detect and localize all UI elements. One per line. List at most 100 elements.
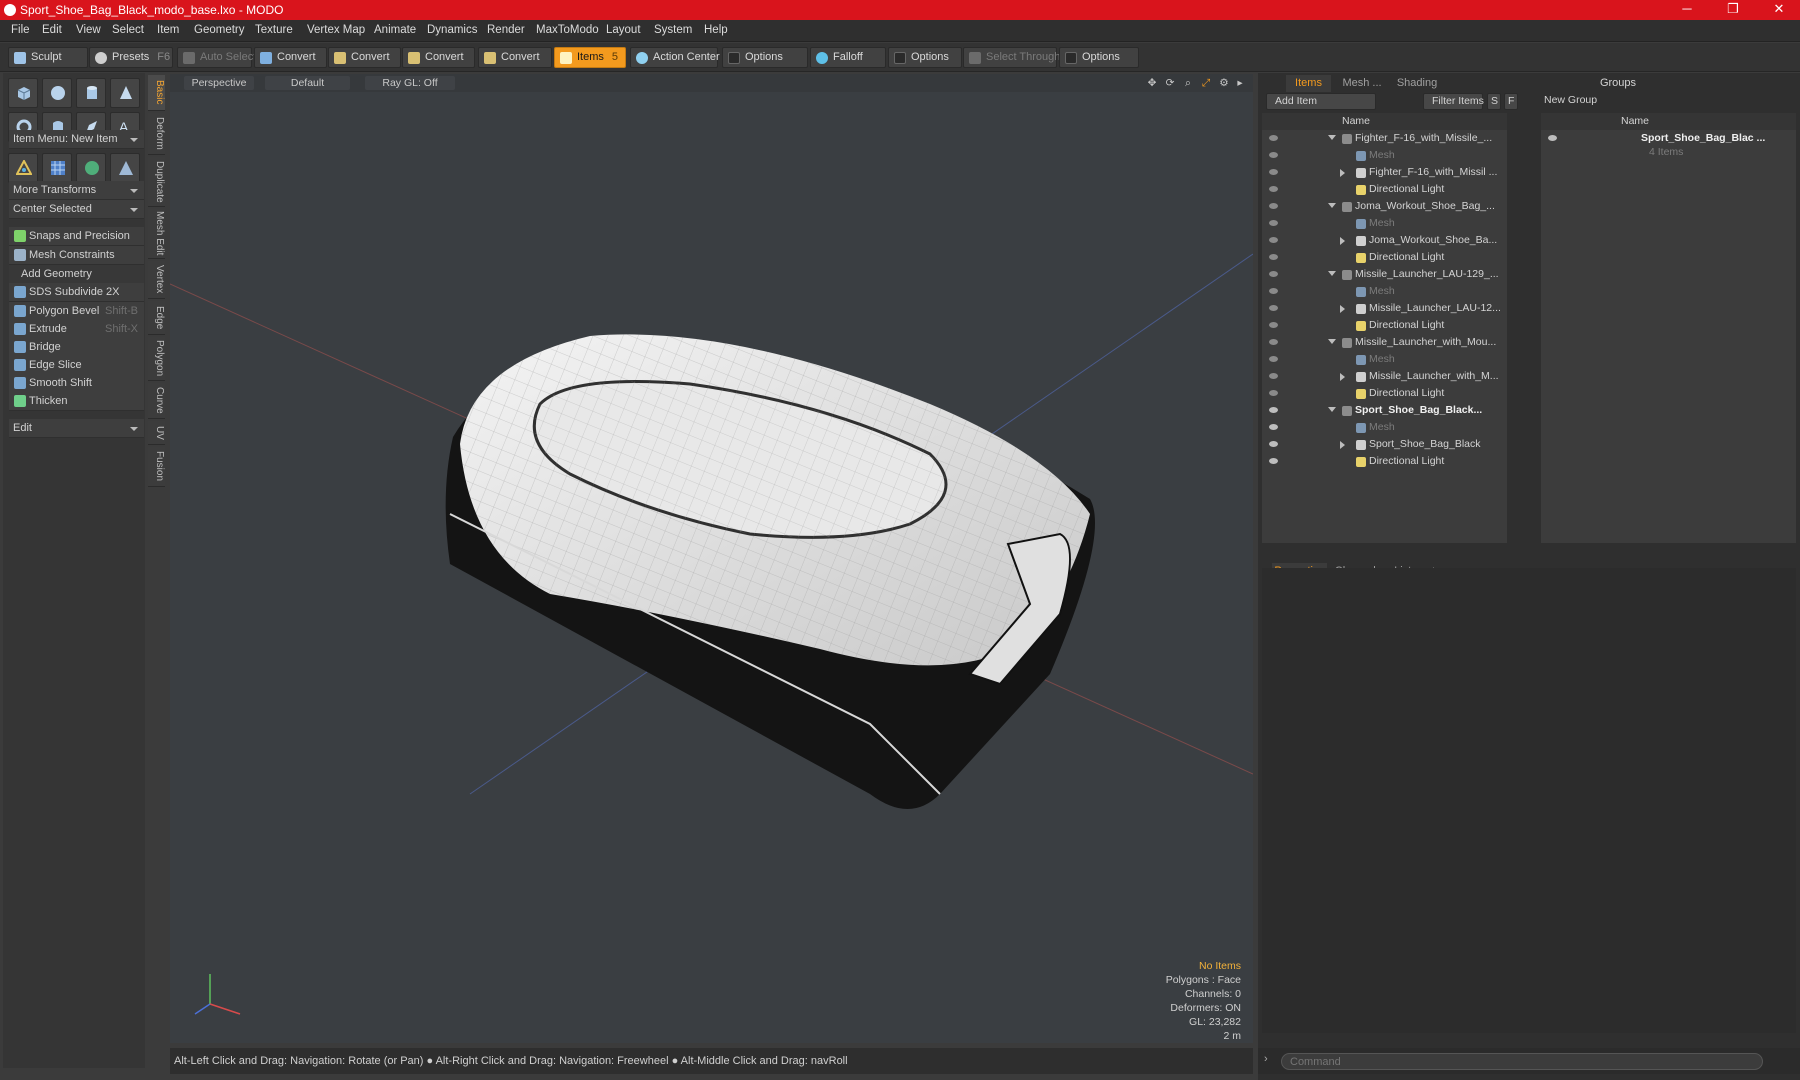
expand-toggle[interactable] [1340, 441, 1349, 449]
eye-icon[interactable] [1269, 152, 1278, 158]
item-row[interactable]: Mesh [1262, 215, 1507, 232]
mesh-constraints-button[interactable]: Mesh Constraints [9, 246, 144, 265]
eye-icon[interactable] [1269, 441, 1278, 447]
pyramid-tool[interactable] [110, 153, 140, 183]
item-row[interactable]: Missile_Launcher_LAU-129_... [1262, 266, 1507, 283]
eye-icon[interactable] [1269, 169, 1278, 175]
transform-tool[interactable] [8, 153, 38, 183]
falloff-button[interactable]: Falloff [810, 47, 886, 68]
item-row[interactable]: Directional Light [1262, 181, 1507, 198]
item-menu-dropdown[interactable]: Item Menu: New Item [9, 130, 144, 149]
eye-icon[interactable] [1548, 135, 1557, 141]
menu-help[interactable]: Help [704, 24, 728, 36]
tool-bridge[interactable]: Bridge [9, 338, 144, 357]
expand-toggle[interactable] [1340, 305, 1349, 313]
minimize-button[interactable]: ─ [1664, 0, 1710, 20]
shading-dropdown[interactable]: Default [265, 76, 350, 90]
menu-dynamics[interactable]: Dynamics [427, 24, 477, 36]
action-center-button[interactable]: Action Center [630, 47, 720, 68]
eye-icon[interactable] [1269, 339, 1278, 345]
options-button-3[interactable]: Options [1059, 47, 1139, 68]
eye-icon[interactable] [1269, 220, 1278, 226]
play-icon[interactable]: ▸ [1233, 76, 1247, 90]
eye-icon[interactable] [1269, 203, 1278, 209]
expand-toggle[interactable] [1328, 271, 1336, 280]
tool-smooth-shift[interactable]: Smooth Shift [9, 374, 144, 393]
gear-icon[interactable]: ⚙ [1217, 76, 1231, 90]
item-row[interactable]: Sport_Shoe_Bag_Black... [1262, 402, 1507, 419]
item-row[interactable]: Mesh [1262, 283, 1507, 300]
menu-view[interactable]: View [76, 24, 101, 36]
tool-edge-slice[interactable]: Edge Slice [9, 356, 144, 375]
convert-button-1[interactable]: Convert [254, 47, 327, 68]
viewport-scene[interactable] [170, 74, 1253, 1043]
presets-button[interactable]: Presets F6 [89, 47, 173, 68]
zoom-icon[interactable]: ⌕ [1181, 76, 1195, 90]
items-mode-button[interactable]: Items 5 [554, 47, 626, 68]
maximize-viewport-icon[interactable]: ⤢ [1199, 76, 1213, 90]
expand-toggle[interactable] [1340, 237, 1349, 245]
expand-toggle[interactable] [1340, 169, 1349, 177]
menu-edit[interactable]: Edit [42, 24, 62, 36]
item-row[interactable]: Directional Light [1262, 317, 1507, 334]
tab-fusion[interactable]: Fusion [148, 447, 165, 487]
shoe-bag-mesh[interactable] [445, 334, 1095, 809]
s-button[interactable]: S [1487, 93, 1501, 110]
expand-toggle[interactable] [1328, 203, 1336, 212]
tab-edge[interactable]: Edge [148, 301, 165, 335]
eye-icon[interactable] [1269, 186, 1278, 192]
menu-geometry[interactable]: Geometry [194, 24, 245, 36]
expand-toggle[interactable] [1328, 339, 1336, 348]
item-row[interactable]: Fighter_F-16_with_Missil ... [1262, 164, 1507, 181]
item-row[interactable]: Missile_Launcher_with_M... [1262, 368, 1507, 385]
item-row[interactable]: Directional Light [1262, 249, 1507, 266]
eye-icon[interactable] [1269, 424, 1278, 430]
pan-icon[interactable]: ✥ [1145, 76, 1159, 90]
eye-icon[interactable] [1269, 407, 1278, 413]
item-row[interactable]: Joma_Workout_Shoe_Ba... [1262, 232, 1507, 249]
tool-polygon-bevel[interactable]: Polygon Bevel Shift-B [9, 302, 144, 321]
view-type-dropdown[interactable]: Perspective [184, 76, 254, 90]
cone-tool[interactable] [110, 78, 140, 108]
auto-select-button[interactable]: Auto Select [177, 47, 256, 68]
item-row[interactable]: Directional Light [1262, 385, 1507, 402]
eye-icon[interactable] [1269, 237, 1278, 243]
maximize-button[interactable]: ❐ [1710, 0, 1756, 20]
tab-basic[interactable]: Basic [148, 75, 165, 111]
filter-items-button[interactable]: Filter Items [1423, 93, 1484, 110]
add-item-button[interactable]: Add Item [1266, 93, 1376, 110]
options-button-2[interactable]: Options [888, 47, 962, 68]
sculpt-button[interactable]: Sculpt [8, 47, 88, 68]
sphere-tool[interactable] [42, 78, 72, 108]
tab-mesh-edit[interactable]: Mesh Edit [148, 209, 165, 259]
snaps-precision-button[interactable]: Snaps and Precision [9, 227, 144, 246]
expand-toggle[interactable] [1328, 135, 1336, 144]
cube-tool[interactable] [8, 78, 38, 108]
menu-render[interactable]: Render [487, 24, 525, 36]
menu-item[interactable]: Item [157, 24, 179, 36]
3d-viewport[interactable]: • Perspective Default Ray GL: Off ✥ ⟳ ⌕ … [170, 74, 1253, 1043]
more-transforms-dropdown[interactable]: More Transforms [9, 181, 144, 200]
add-geometry-section[interactable]: Add Geometry [9, 265, 144, 284]
eye-icon[interactable] [1269, 288, 1278, 294]
convert-button-4[interactable]: Convert [478, 47, 552, 68]
expand-toggle[interactable] [1340, 373, 1349, 381]
item-row[interactable]: Missile_Launcher_LAU-12... [1262, 300, 1507, 317]
tab-deform[interactable]: Deform [148, 113, 165, 155]
menu-maxtomodo[interactable]: MaxToModo [536, 24, 599, 36]
eye-icon[interactable] [1269, 356, 1278, 362]
tool-sds-subdivide[interactable]: SDS Subdivide 2X [9, 283, 144, 302]
eye-icon[interactable] [1269, 254, 1278, 260]
menu-animate[interactable]: Animate [374, 24, 416, 36]
tab-curve[interactable]: Curve [148, 383, 165, 419]
cylinder-tool[interactable] [76, 78, 106, 108]
f-button[interactable]: F [1504, 93, 1518, 110]
globe-tool[interactable] [76, 153, 106, 183]
expand-toggle[interactable] [1328, 407, 1336, 416]
eye-icon[interactable] [1269, 390, 1278, 396]
convert-button-2[interactable]: Convert [328, 47, 401, 68]
menu-layout[interactable]: Layout [606, 24, 641, 36]
tool-thicken[interactable]: Thicken [9, 392, 144, 411]
tab-duplicate[interactable]: Duplicate [148, 157, 165, 207]
item-row[interactable]: Mesh [1262, 351, 1507, 368]
